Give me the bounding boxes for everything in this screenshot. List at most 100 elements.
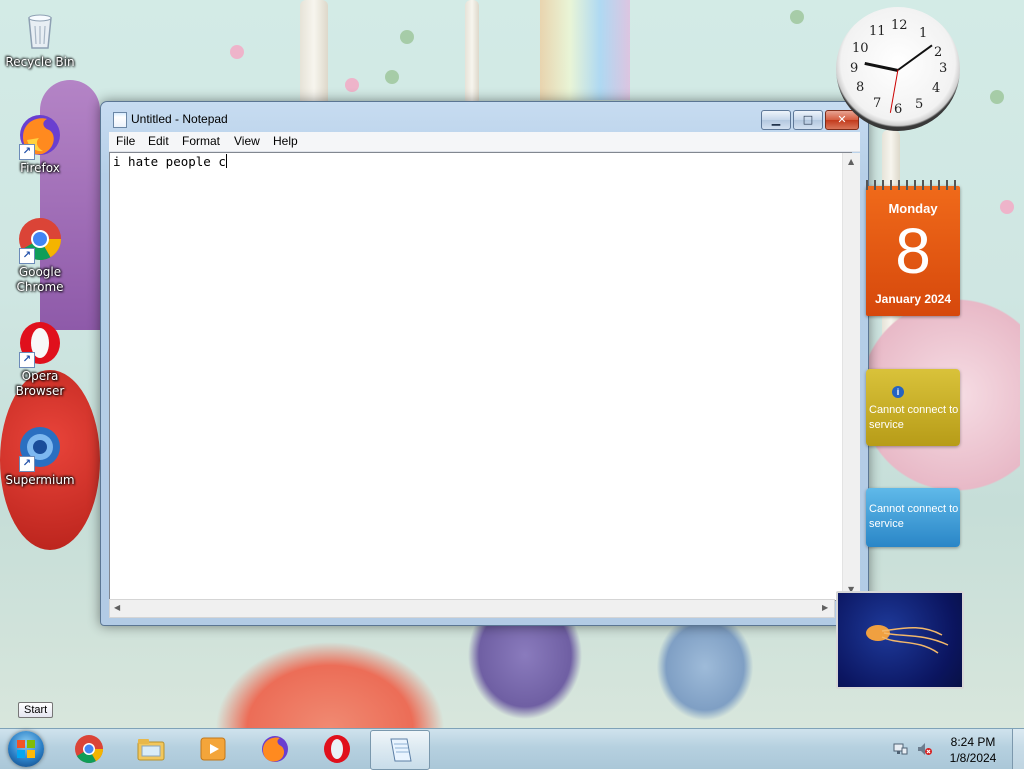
wallpaper-rainbow [540,0,630,100]
window-title: Untitled - Notepad [131,112,228,126]
taskbar-chrome[interactable] [60,730,118,768]
wallpaper-leaf [790,10,804,24]
info-icon: i [892,386,904,398]
wallpaper-leaf [385,70,399,84]
slideshow-gadget[interactable] [836,591,964,689]
opera-icon [324,735,350,763]
currency-gadget-message: Cannot connect to service [869,503,959,530]
calendar-gadget[interactable]: Monday 8 January 2024 [866,180,960,316]
horizontal-scrollbar[interactable]: ◀ ▶ [109,599,835,618]
network-icon[interactable] [892,741,908,757]
clock-hour-hand [864,61,899,72]
firefox-icon: ↗ [17,112,63,160]
calendar-day: Monday [888,201,938,216]
clock-number: 6 [894,102,903,117]
wallpaper-character [460,624,590,728]
menu-file[interactable]: File [116,134,135,148]
clock-number: 10 [852,41,869,56]
desktop-icon-label: Supermium [5,473,75,487]
text-editor[interactable]: i hate people c ▲ ▼ [109,152,860,601]
calendar-rings [866,180,960,190]
minimize-button[interactable]: ▁ [761,110,791,130]
taskbar: 8:24 PM 1/8/2024 [0,728,1024,770]
firefox-icon [262,736,288,762]
clock-number: 12 [891,18,908,33]
shortcut-arrow-icon: ↗ [19,456,35,472]
menu-bar: File Edit Format View Help [109,132,860,152]
notepad-app-icon[interactable] [113,112,127,128]
clock-gadget[interactable]: 12 1 2 3 4 5 6 7 8 9 10 11 [836,7,960,131]
opera-icon: ↗ [17,320,63,368]
wallpaper-flower [230,45,244,59]
media-player-icon [200,737,226,761]
wallpaper-leaf [400,30,414,44]
taskbar-clock[interactable]: 8:24 PM 1/8/2024 [932,734,1014,766]
notepad-icon [390,738,412,762]
shortcut-arrow-icon: ↗ [19,248,35,264]
wallpaper-flower [1000,200,1014,214]
clock-number: 3 [939,61,948,76]
shortcut-arrow-icon: ↗ [19,144,35,160]
document-text-line: i hate people c [113,154,227,169]
show-desktop-button[interactable] [1012,729,1024,769]
currency-gadget[interactable]: Cannot connect to service [866,488,960,547]
wallpaper-tree-trunk [465,0,479,105]
desktop-icon-label: Google Chrome [16,265,64,294]
clock-number: 9 [850,61,859,76]
wallpaper-orange-plant [200,630,460,728]
document-text: i hate people c [113,154,226,169]
desktop-icon-label: Firefox [20,161,60,175]
desktop-icon-label: Opera Browser [15,369,65,398]
jellyfish-image [866,625,949,654]
taskbar-windows-explorer[interactable] [122,730,180,768]
clock-number: 11 [869,24,886,39]
start-tooltip: Start [18,702,54,718]
clock-number: 8 [856,80,865,95]
desktop-icon-google-chrome[interactable]: ↗ Google Chrome [0,216,80,295]
recycle-bin-icon [17,6,63,52]
clock-minute-hand [897,44,933,71]
menu-view[interactable]: View [234,134,260,148]
supermium-icon: ↗ [17,424,63,472]
windows-logo-icon [17,740,35,758]
shortcut-arrow-icon: ↗ [19,352,35,368]
chrome-icon [75,735,103,763]
wallpaper-leaf [990,90,1004,104]
taskbar-media-player[interactable] [184,730,242,768]
clock-number: 2 [934,45,943,60]
wallpaper-tree-trunk [300,0,328,110]
notepad-window[interactable]: Untitled - Notepad ▁ □ ✕ File Edit Forma… [100,101,869,626]
clock-number: 1 [919,26,928,41]
taskbar-time: 8:24 PM [950,735,996,749]
taskbar-opera[interactable] [308,730,366,768]
chrome-icon: ↗ [17,216,63,264]
menu-edit[interactable]: Edit [148,134,169,148]
text-caret [225,154,227,168]
clock-number: 4 [932,81,941,96]
desktop-icon-firefox[interactable]: ↗ Firefox [0,112,80,176]
menu-format[interactable]: Format [182,134,220,148]
taskbar-date: 1/8/2024 [949,751,997,765]
vertical-scrollbar[interactable]: ▲ ▼ [842,153,860,600]
folder-icon [137,739,165,761]
desktop-icon-opera-browser[interactable]: ↗ Opera Browser [0,320,80,399]
calendar-date: 8 [895,215,931,287]
desktop-icon-supermium[interactable]: ↗ Supermium [0,424,80,488]
weather-gadget[interactable]: i Cannot connect to service [866,369,960,446]
maximize-button[interactable]: □ [793,110,823,130]
wallpaper-character [650,626,760,728]
scroll-up-arrow-icon[interactable]: ▲ [848,157,854,166]
taskbar-notepad[interactable] [370,730,430,770]
title-bar[interactable]: Untitled - Notepad ▁ □ ✕ [101,102,868,132]
desktop-icon-label: Recycle Bin [5,55,75,69]
taskbar-firefox[interactable] [246,730,304,768]
menu-help[interactable]: Help [273,134,298,148]
weather-gadget-message: Cannot connect to service [869,404,959,431]
start-button[interactable] [8,731,44,767]
volume-muted-icon[interactable] [916,741,932,757]
wallpaper-flower [345,78,359,92]
scroll-left-arrow-icon[interactable]: ◀ [114,603,120,612]
clock-number: 7 [873,96,882,111]
desktop-icon-recycle-bin[interactable]: Recycle Bin [0,6,80,70]
scroll-right-arrow-icon[interactable]: ▶ [822,603,828,612]
